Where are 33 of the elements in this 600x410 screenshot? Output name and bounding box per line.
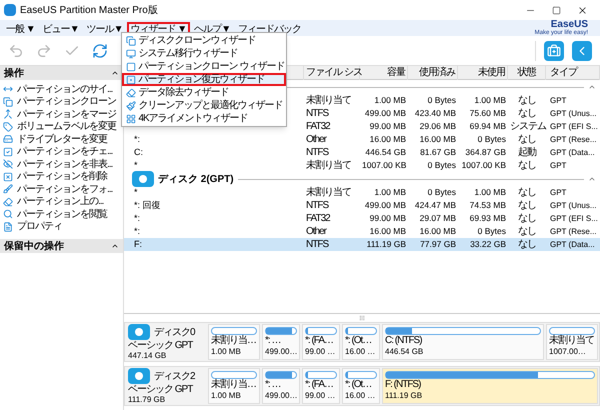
sidebar-title: 保留中の操作 <box>4 240 64 254</box>
logo: EaseUS <box>550 20 588 30</box>
partition-label: 未割り当… <box>211 379 257 391</box>
disk-title: ディスク 2(GPT) <box>158 172 234 186</box>
partition-size: 99.00 … <box>305 391 336 401</box>
partition-label: *: (FA… <box>305 379 334 391</box>
partition-size: 499.00… <box>265 347 297 357</box>
partition-label: C: (NTFS) <box>385 335 423 347</box>
partition-size: 1.00 MB <box>211 347 242 357</box>
partition-size: 16.00 … <box>345 347 376 357</box>
disk-type: ベーシック GPT <box>128 340 194 351</box>
disk-name: ディスク0 <box>154 326 195 340</box>
partition-size: 16.00 … <box>345 391 376 401</box>
disk-size: 447.14 GB <box>128 351 168 361</box>
partition-label: 未割り当… <box>211 335 257 347</box>
partition-label: F: (NTFS) <box>385 379 422 391</box>
partition-size: 111.19 GB <box>385 391 424 401</box>
partition-label: *: … <box>265 335 282 347</box>
disk-size: 111.79 GB <box>128 395 166 405</box>
partition-label: 未割り当て <box>549 335 595 347</box>
partition-label: *: … <box>265 379 282 391</box>
sidebar-title: 操作 <box>4 66 24 80</box>
partition-size: 1007.00… <box>549 347 587 357</box>
disk-name: ディスク2 <box>154 370 195 384</box>
window-title: EaseUS Partition Master Pro版 <box>20 4 158 18</box>
partition-label: *: (Ot… <box>345 379 372 391</box>
disk-type: ベーシック GPT <box>128 384 194 395</box>
partition-label: *: (FA… <box>305 335 334 347</box>
partition-size: 446.54 GB <box>385 347 424 357</box>
partition-size: 99.00 … <box>305 347 336 357</box>
partition-size: 1.00 MB <box>211 391 242 401</box>
partition-label: *: (Ot… <box>345 335 372 347</box>
partition-size: 499.00… <box>265 391 297 401</box>
